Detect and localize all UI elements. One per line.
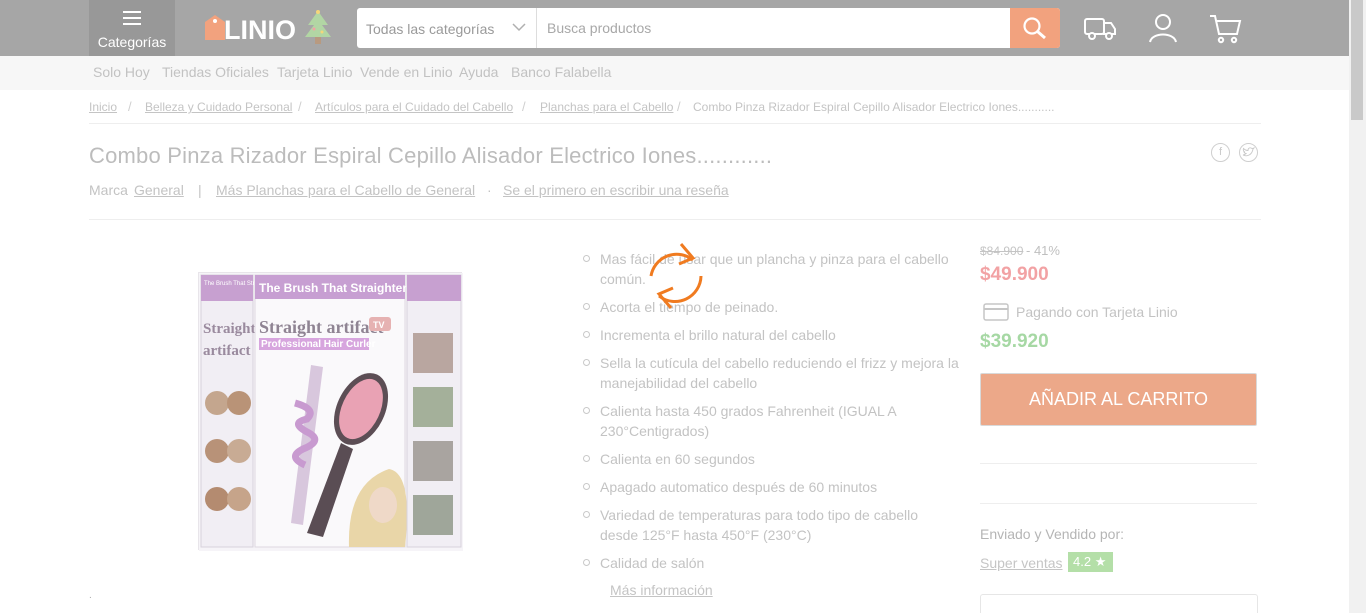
nav-solo-hoy[interactable]: Solo Hoy xyxy=(93,64,150,80)
sold-by-label: Enviado y Vendido por: xyxy=(980,526,1124,542)
svg-text:Professional Hair Curler: Professional Hair Curler xyxy=(261,339,376,350)
nav-banco-falabella[interactable]: Banco Falabella xyxy=(511,64,611,80)
search-button[interactable] xyxy=(1010,8,1060,48)
category-select[interactable]: Todas las categorías xyxy=(357,8,537,48)
seller-rating-badge: 4.2 ★ xyxy=(1068,552,1113,572)
delivery-truck-icon[interactable] xyxy=(1082,10,1118,46)
svg-text:Straight artifact: Straight artifact xyxy=(259,317,383,337)
nav-ayuda[interactable]: Ayuda xyxy=(459,64,498,80)
original-price: $84.900 xyxy=(980,244,1024,258)
shopping-cart-icon[interactable] xyxy=(1207,10,1243,46)
product-image[interactable]: The Brush That Straightens Hair! Straigh… xyxy=(198,272,463,551)
brand-link[interactable]: General xyxy=(134,182,184,198)
nav-tiendas-oficiales[interactable]: Tiendas Oficiales xyxy=(162,64,269,80)
scrollbar-thumb[interactable] xyxy=(1351,0,1363,120)
more-from-brand-link[interactable]: Más Planchas para el Cabello de General xyxy=(216,182,475,198)
svg-text:artifact: artifact xyxy=(203,343,250,359)
breadcrumb-separator: / xyxy=(128,99,132,114)
discount-percent: - 41% xyxy=(1026,243,1060,258)
seller-rating-value: 4.2 xyxy=(1073,554,1092,569)
secondary-nav: Solo Hoy Tiendas Oficiales Tarjeta Linio… xyxy=(0,56,1366,90)
divider xyxy=(89,123,1261,124)
svg-text:Straight: Straight xyxy=(203,321,256,337)
breadcrumb-separator: / xyxy=(677,99,681,114)
breadcrumb-inicio[interactable]: Inicio xyxy=(89,100,117,114)
write-review-link[interactable]: Se el primero en escribir una reseña xyxy=(503,182,729,198)
product-image-art: The Brush That Straightens Hair! Straigh… xyxy=(199,273,463,551)
seller-info-box xyxy=(980,594,1258,613)
breadcrumb-separator: / xyxy=(522,99,526,114)
divider xyxy=(980,503,1257,504)
categories-button[interactable]: Categorías xyxy=(89,0,175,56)
category-select-value: Todas las categorías xyxy=(366,21,495,37)
star-icon: ★ xyxy=(1094,554,1107,569)
nav-tarjeta-linio[interactable]: Tarjeta Linio xyxy=(277,64,353,80)
user-account-icon[interactable] xyxy=(1145,10,1181,46)
nav-vende-en-linio[interactable]: Vende en Linio xyxy=(360,64,453,80)
search-input[interactable] xyxy=(538,8,1010,48)
breadcrumb-separator: / xyxy=(298,99,302,114)
categories-label: Categorías xyxy=(97,34,167,50)
scrollbar[interactable] xyxy=(1349,0,1366,613)
add-to-cart-button[interactable]: AÑADIR AL CARRITO xyxy=(980,373,1257,426)
loading-spinner-icon xyxy=(649,243,703,309)
divider xyxy=(980,463,1257,464)
twitter-share-icon[interactable] xyxy=(1239,143,1258,162)
breadcrumb-cuidado-cabello[interactable]: Artículos para el Cuidado del Cabello xyxy=(315,100,513,114)
divider xyxy=(89,219,1261,220)
product-title: Combo Pinza Rizador Espiral Cepillo Alis… xyxy=(89,143,773,168)
chevron-down-icon xyxy=(512,23,526,32)
facebook-share-icon[interactable]: f xyxy=(1211,143,1230,162)
linio-logo[interactable]: LINIO xyxy=(196,8,336,48)
current-price: $49.900 xyxy=(980,264,1049,285)
search-icon xyxy=(1023,17,1046,40)
top-bar: Categorías LINIO Todas las categorías xyxy=(0,0,1366,56)
search-bar: Todas las categorías xyxy=(357,8,1060,48)
card-payment-label: Pagando con Tarjeta Linio xyxy=(1016,304,1178,320)
logo-text: LINIO xyxy=(224,15,296,45)
brand-divider: | xyxy=(198,182,202,198)
breadcrumb-belleza[interactable]: Belleza y Cuidado Personal xyxy=(145,100,292,114)
brand-prefix: Marca xyxy=(89,182,128,198)
seller-link[interactable]: Super ventas xyxy=(980,555,1063,571)
breadcrumb-planchas[interactable]: Planchas para el Cabello xyxy=(540,100,673,114)
decorative-dot: . xyxy=(89,590,92,601)
credit-card-icon xyxy=(983,303,1009,321)
christmas-tree-icon xyxy=(305,10,331,44)
svg-text:TV: TV xyxy=(373,320,385,330)
breadcrumb-current: Combo Pinza Rizador Espiral Cepillo Alis… xyxy=(693,100,1055,114)
hamburger-icon xyxy=(123,11,141,25)
more-info-link[interactable]: Más información xyxy=(610,582,713,598)
card-price: $39.920 xyxy=(980,331,1049,352)
dot-separator: · xyxy=(487,182,492,198)
